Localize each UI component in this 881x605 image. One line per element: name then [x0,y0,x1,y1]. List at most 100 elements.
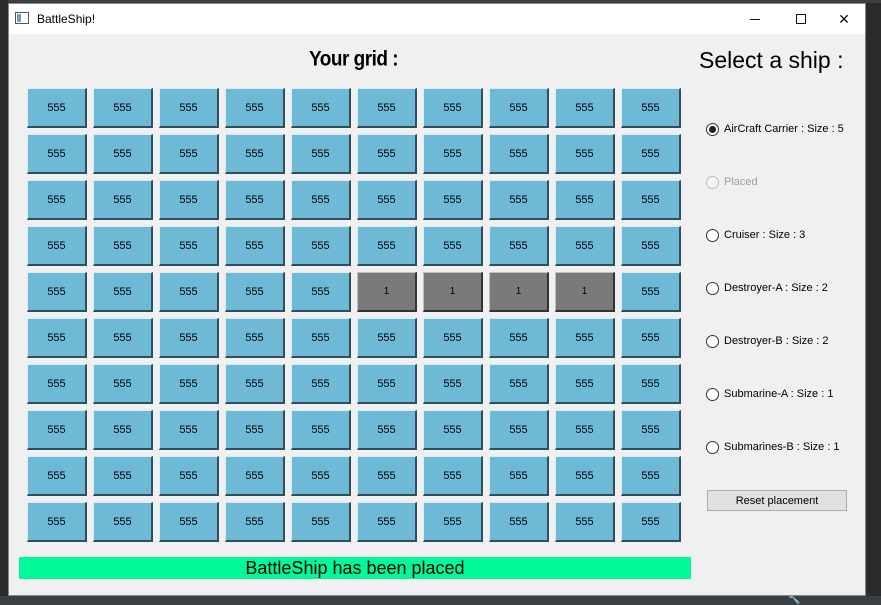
grid-cell[interactable]: 555 [423,318,483,358]
grid-cell[interactable]: 555 [489,364,549,404]
grid-cell[interactable]: 555 [357,502,417,542]
grid-cell[interactable]: 555 [489,502,549,542]
grid-cell[interactable]: 555 [489,134,549,174]
grid-cell[interactable]: 555 [357,364,417,404]
grid-cell[interactable]: 555 [291,88,351,128]
ship-option[interactable]: Cruiser : Size : 3 [706,227,866,243]
grid-cell[interactable]: 555 [423,410,483,450]
grid-cell[interactable]: 555 [555,410,615,450]
grid-cell[interactable]: 555 [621,456,681,496]
grid-cell[interactable]: 555 [159,134,219,174]
radio-icon[interactable] [706,334,719,348]
grid-cell[interactable]: 555 [291,272,351,312]
grid-cell[interactable]: 555 [159,88,219,128]
grid-cell[interactable]: 555 [291,180,351,220]
grid-cell[interactable]: 555 [93,364,153,404]
grid-cell[interactable]: 555 [159,502,219,542]
grid-cell[interactable]: 555 [423,88,483,128]
grid-cell[interactable]: 555 [423,226,483,266]
grid-cell[interactable]: 555 [93,456,153,496]
grid-cell[interactable]: 555 [159,364,219,404]
grid-cell[interactable]: 555 [159,318,219,358]
grid-cell[interactable]: 555 [27,456,87,496]
grid-cell[interactable]: 555 [423,134,483,174]
grid-cell[interactable]: 555 [621,502,681,542]
grid-cell[interactable]: 555 [159,272,219,312]
grid-cell[interactable]: 555 [621,318,681,358]
grid-cell[interactable]: 555 [357,180,417,220]
grid-cell[interactable]: 555 [555,502,615,542]
grid-cell[interactable]: 555 [621,226,681,266]
grid-cell[interactable]: 555 [159,410,219,450]
grid-cell[interactable]: 555 [225,410,285,450]
grid-cell[interactable]: 1 [489,272,549,312]
grid-cell[interactable]: 555 [291,134,351,174]
grid-cell[interactable]: 555 [27,134,87,174]
grid-cell[interactable]: 555 [291,456,351,496]
grid-cell[interactable]: 555 [27,180,87,220]
grid-cell[interactable]: 555 [27,502,87,542]
grid-cell[interactable]: 555 [555,134,615,174]
reset-placement-button[interactable]: Reset placement [707,490,847,511]
grid-cell[interactable]: 555 [291,318,351,358]
grid-cell[interactable]: 555 [291,226,351,266]
close-button[interactable]: ✕ [821,4,867,34]
grid-cell[interactable]: 555 [27,364,87,404]
grid-cell[interactable]: 555 [27,410,87,450]
grid-cell[interactable]: 555 [489,180,549,220]
grid-cell[interactable]: 555 [489,410,549,450]
grid-cell[interactable]: 555 [621,134,681,174]
grid-cell[interactable]: 555 [423,180,483,220]
grid-cell[interactable]: 555 [621,410,681,450]
ship-option[interactable]: Destroyer-B : Size : 2 [706,333,866,349]
grid-cell[interactable]: 555 [225,456,285,496]
grid-cell[interactable]: 555 [27,88,87,128]
grid-cell[interactable]: 555 [357,134,417,174]
radio-icon[interactable] [706,281,719,295]
grid-cell[interactable]: 555 [621,272,681,312]
grid-cell[interactable]: 555 [27,318,87,358]
radio-icon[interactable] [706,122,719,136]
grid-cell[interactable]: 555 [357,456,417,496]
grid-cell[interactable]: 555 [93,134,153,174]
ship-option[interactable]: Destroyer-A : Size : 2 [706,280,866,296]
grid-cell[interactable]: 555 [93,180,153,220]
ship-option[interactable]: Submarines-B : Size : 1 [706,439,866,455]
grid-cell[interactable]: 555 [93,502,153,542]
grid-cell[interactable]: 555 [555,318,615,358]
radio-icon[interactable] [706,440,719,454]
grid-cell[interactable]: 555 [555,88,615,128]
grid-cell[interactable]: 555 [621,180,681,220]
ship-option[interactable]: AirCraft Carrier : Size : 5 [706,121,866,137]
grid-cell[interactable]: 555 [291,410,351,450]
grid-cell[interactable]: 555 [489,88,549,128]
grid-cell[interactable]: 555 [291,364,351,404]
grid-cell[interactable]: 555 [489,226,549,266]
grid-cell[interactable]: 1 [357,272,417,312]
radio-icon[interactable] [706,228,719,242]
grid-cell[interactable]: 555 [555,180,615,220]
grid-cell[interactable]: 555 [291,502,351,542]
grid-cell[interactable]: 555 [555,456,615,496]
grid-cell[interactable]: 555 [225,502,285,542]
grid-cell[interactable]: 555 [423,502,483,542]
radio-icon[interactable] [706,387,719,401]
grid-cell[interactable]: 555 [225,272,285,312]
grid-cell[interactable]: 555 [357,410,417,450]
grid-cell[interactable]: 555 [93,318,153,358]
grid-cell[interactable]: 555 [225,134,285,174]
grid-cell[interactable]: 555 [423,364,483,404]
grid-cell[interactable]: 555 [159,180,219,220]
grid-cell[interactable]: 555 [555,364,615,404]
grid-cell[interactable]: 1 [423,272,483,312]
grid-cell[interactable]: 555 [555,226,615,266]
grid-cell[interactable]: 555 [357,226,417,266]
grid-cell[interactable]: 555 [225,318,285,358]
grid-cell[interactable]: 555 [159,456,219,496]
grid-cell[interactable]: 555 [93,410,153,450]
grid-cell[interactable]: 555 [93,226,153,266]
grid-cell[interactable]: 555 [621,364,681,404]
maximize-button[interactable] [778,4,824,34]
grid-cell[interactable]: 555 [27,272,87,312]
grid-cell[interactable]: 555 [621,88,681,128]
